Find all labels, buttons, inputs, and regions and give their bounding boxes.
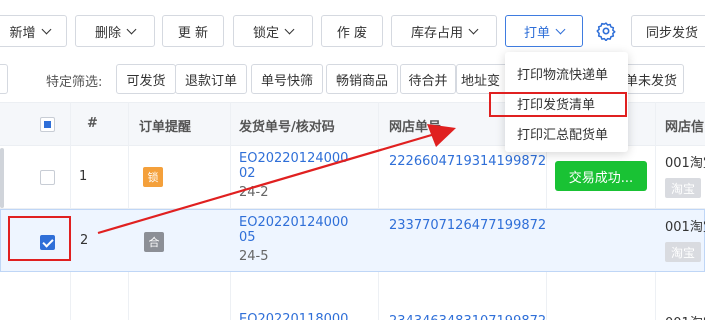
annotation-highlight-menu-item bbox=[489, 92, 627, 117]
annotation-highlight-checkbox bbox=[8, 216, 71, 261]
annotation-arrow bbox=[97, 124, 456, 235]
order-management-page: 新增 删除 更 新 锁定 作 废 库存占用 打单 同步发货 特定筛选: 可发货 … bbox=[0, 0, 705, 320]
